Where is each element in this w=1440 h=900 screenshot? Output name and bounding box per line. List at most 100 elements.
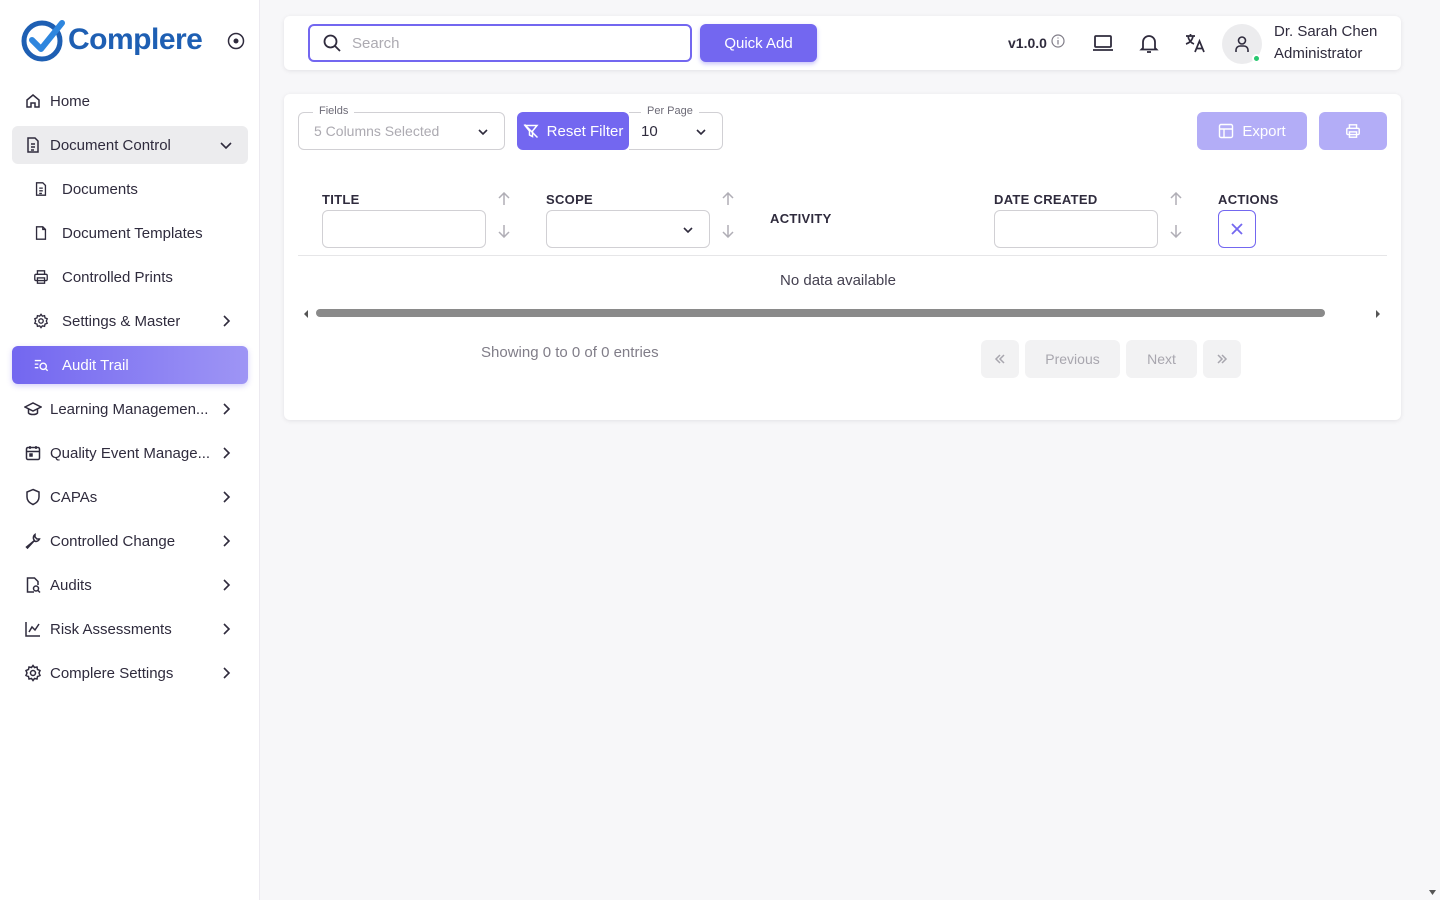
gear-icon <box>24 664 42 682</box>
sidebar-item-home[interactable]: Home <box>12 82 248 120</box>
arrow-down-icon[interactable] <box>1169 224 1183 238</box>
horizontal-scrollbar-thumb[interactable] <box>316 309 1325 317</box>
arrow-up-icon[interactable] <box>497 192 511 206</box>
header-divider <box>298 255 1387 256</box>
gear-icon <box>32 312 50 330</box>
empty-table-message: No data available <box>780 272 896 289</box>
user-name: Dr. Sarah Chen <box>1274 23 1378 40</box>
sidebar-item-controlled-prints[interactable]: Controlled Prints <box>12 258 248 296</box>
chevron-down-icon <box>696 129 706 136</box>
sidebar-item-label: Document Templates <box>62 224 203 242</box>
scope-filter-select[interactable] <box>546 210 710 248</box>
chevron-down-icon <box>683 227 693 234</box>
sidebar-item-complere-settings[interactable]: Complere Settings <box>12 654 248 692</box>
sidebar-item-label: Controlled Prints <box>62 268 173 286</box>
last-page-button[interactable] <box>1203 340 1241 378</box>
arrow-down-icon[interactable] <box>497 224 511 238</box>
brand-logo[interactable]: Complere <box>20 16 203 64</box>
empty-table-message-row: No data available <box>270 272 1406 289</box>
shield-icon <box>24 488 42 506</box>
printer-icon <box>32 268 50 286</box>
logo-check-icon <box>21 20 65 62</box>
chevron-right-icon <box>223 447 231 459</box>
chevron-down-icon <box>478 129 488 136</box>
chevron-right-icon <box>223 491 231 503</box>
user-info[interactable]: Dr. Sarah Chen Administrator <box>1274 21 1377 65</box>
scroll-left-arrow-icon[interactable] <box>302 309 310 319</box>
radio-circle-icon <box>227 32 245 50</box>
online-status-dot <box>1252 54 1261 63</box>
arrow-up-icon[interactable] <box>1169 192 1183 206</box>
sidebar-item-learning-management[interactable]: Learning Managemen... <box>12 390 248 428</box>
scroll-down-arrow-icon[interactable] <box>1428 889 1437 896</box>
translate-icon[interactable] <box>1183 31 1207 55</box>
laptop-icon[interactable] <box>1091 31 1115 55</box>
brand-name: Complere <box>68 23 203 56</box>
next-page-button[interactable]: Next <box>1126 340 1197 378</box>
sidebar-item-label: Risk Assessments <box>50 620 172 638</box>
sidebar-item-controlled-change[interactable]: Controlled Change <box>12 522 248 560</box>
sidebar-item-document-templates[interactable]: Document Templates <box>12 214 248 252</box>
close-icon <box>1231 223 1243 235</box>
column-header-date-created: DATE CREATED <box>994 192 1098 207</box>
chevron-right-icon <box>223 535 231 547</box>
info-icon[interactable] <box>1051 34 1065 51</box>
export-button[interactable]: Export <box>1197 112 1307 150</box>
date-created-sort-control[interactable] <box>1168 192 1184 238</box>
column-header-actions: ACTIONS <box>1218 192 1279 207</box>
quick-add-button[interactable]: Quick Add <box>700 24 817 62</box>
sidebar-item-risk-assessments[interactable]: Risk Assessments <box>12 610 248 648</box>
document-icon <box>24 136 42 154</box>
reset-filter-button[interactable]: Reset Filter <box>517 112 629 150</box>
sidebar-item-label: Quality Event Manage... <box>50 444 211 462</box>
fields-label: Fields <box>313 105 355 117</box>
table-export-icon <box>1218 123 1234 139</box>
bell-icon[interactable] <box>1137 31 1161 55</box>
sidebar-item-label: Audits <box>50 576 92 594</box>
per-page-select[interactable]: Per Page 10 <box>629 105 723 150</box>
chevron-down-icon <box>220 142 232 150</box>
title-sort-control[interactable] <box>496 192 512 238</box>
column-header-scope: SCOPE <box>546 192 594 207</box>
sidebar-item-audit-trail[interactable]: Audit Trail <box>12 346 248 384</box>
column-header-title: TITLE <box>322 192 360 207</box>
sidebar-item-quality-event-management[interactable]: Quality Event Manage... <box>12 434 248 472</box>
previous-page-button[interactable]: Previous <box>1025 340 1120 378</box>
sidebar-item-audits[interactable]: Audits <box>12 566 248 604</box>
title-filter-input[interactable] <box>322 210 486 248</box>
print-button[interactable] <box>1319 112 1387 150</box>
arrow-down-icon[interactable] <box>721 224 735 238</box>
first-page-button[interactable] <box>981 340 1019 378</box>
sidebar-nav: Home Document Control Documents Document… <box>12 82 248 698</box>
scope-sort-control[interactable] <box>720 192 736 238</box>
export-label: Export <box>1242 122 1286 140</box>
sidebar-item-label: Documents <box>62 180 138 198</box>
fields-select[interactable]: Fields 5 Columns Selected <box>298 105 505 150</box>
search-icon <box>323 34 341 52</box>
avatar[interactable] <box>1222 24 1262 64</box>
clear-filters-button[interactable] <box>1218 210 1256 248</box>
version-text: v1.0.0 <box>1008 34 1047 51</box>
user-role: Administrator <box>1274 45 1363 62</box>
reset-filter-label: Reset Filter <box>546 122 624 140</box>
arrow-up-icon[interactable] <box>721 192 735 206</box>
sidebar-item-documents[interactable]: Documents <box>12 170 248 208</box>
calendar-icon <box>24 444 42 462</box>
filter-off-icon <box>523 123 539 139</box>
search-list-icon <box>32 356 50 374</box>
printer-icon <box>1346 124 1360 138</box>
chevron-right-icon <box>223 623 231 635</box>
chart-line-icon <box>24 620 42 638</box>
sidebar-item-capas[interactable]: CAPAs <box>12 478 248 516</box>
page-scrollbar[interactable] <box>1425 0 1440 900</box>
scroll-right-arrow-icon[interactable] <box>1374 309 1382 319</box>
per-page-label: Per Page <box>641 105 699 117</box>
search-box[interactable] <box>308 24 692 62</box>
sidebar-item-document-control[interactable]: Document Control <box>12 126 248 164</box>
search-input[interactable] <box>352 34 672 52</box>
sidebar-item-label: Learning Managemen... <box>50 400 209 418</box>
date-created-filter-input[interactable] <box>994 210 1158 248</box>
sidebar-item-settings-master[interactable]: Settings & Master <box>12 302 248 340</box>
double-chevron-left-icon <box>994 354 1005 364</box>
sidebar-collapse-toggle[interactable] <box>226 31 246 51</box>
